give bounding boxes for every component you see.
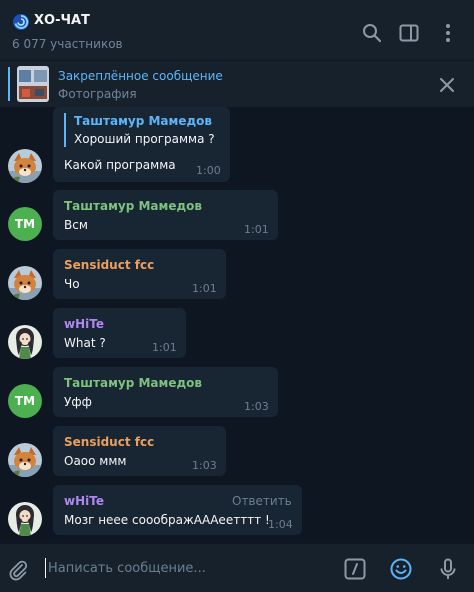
pinned-title: Закреплённое сообщение [58,69,223,83]
avatar[interactable]: ТМ [8,384,42,418]
message-list[interactable]: Таштамур Мамедов Хороший программа ? Как… [0,107,474,543]
commands-icon[interactable] [343,557,367,581]
message-bubble[interactable]: wHiTe What ? 1:01 [53,308,186,358]
sidebar-icon[interactable] [398,22,420,44]
avatar[interactable] [8,266,42,300]
message-input[interactable] [48,557,328,579]
message-bubble[interactable]: wHiTe Ответить Мозг неее сооображАААеетт… [53,485,302,535]
message-time: 1:00 [196,164,221,177]
message-time: 1:04 [268,518,293,531]
pinned-photo-thumbnail [17,66,49,102]
message-text: Оаоо ммм [64,454,127,468]
microphone-icon[interactable] [436,557,460,581]
attach-icon[interactable] [7,559,29,581]
reply-button[interactable]: Ответить [232,494,292,508]
message-text: Какой программа [64,158,176,172]
avatar[interactable] [8,502,42,536]
message-text: Мозг неее сооображАААеетттт ! [64,513,270,527]
message-bubble[interactable]: Таштамур Мамедов Уфф 1:03 [53,367,278,417]
message-time: 1:03 [244,400,269,413]
chat-title: ХО-ЧАТ [34,13,90,28]
avatar[interactable] [8,149,42,183]
avatar[interactable] [8,325,42,359]
emoji-icon[interactable] [389,557,413,581]
reply-quote[interactable]: Таштамур Мамедов Хороший программа ? [64,113,215,147]
message-sender[interactable]: wHiTe [64,317,104,331]
message-text: Всм [64,218,88,232]
reply-quote-text: Хороший программа ? [74,132,215,146]
message-bubble[interactable]: Таштамур Мамедов Всм 1:01 [53,190,278,240]
message-time: 1:03 [192,459,217,472]
message-composer[interactable] [0,543,474,592]
message-bubble[interactable]: Таштамур Мамедов Хороший программа ? Как… [53,107,230,182]
message-sender[interactable]: Sensiduct fcc [64,435,154,449]
message-time: 1:01 [192,282,217,295]
reply-quote-sender: Таштамур Мамедов [74,114,212,128]
message-bubble[interactable]: Sensiduct fcc Чо 1:01 [53,249,226,299]
message-text: Чо [64,277,80,291]
pinned-indicator [8,67,10,101]
avatar[interactable]: ТМ [8,207,42,241]
chat-logo-icon [12,13,30,31]
message-sender[interactable]: Таштамур Мамедов [64,376,202,390]
more-icon[interactable] [437,22,459,44]
message-time: 1:01 [152,341,177,354]
search-icon[interactable] [361,22,383,44]
member-count: 6 077 участников [12,37,123,51]
message-sender[interactable]: Sensiduct fcc [64,258,154,272]
message-text: What ? [64,336,106,350]
message-bubble[interactable]: Sensiduct fcc Оаоо ммм 1:03 [53,426,226,476]
message-time: 1:01 [244,223,269,236]
pinned-subtitle: Фотография [58,87,137,101]
close-icon[interactable] [437,75,457,95]
chat-header[interactable]: ХО-ЧАТ 6 077 участников [0,0,474,60]
text-cursor [45,558,46,578]
message-sender[interactable]: Таштамур Мамедов [64,199,202,213]
pinned-message-bar[interactable]: Закреплённое сообщение Фотография [0,60,474,107]
avatar[interactable] [8,443,42,477]
message-sender[interactable]: wHiTe [64,494,104,508]
message-text: Уфф [64,395,92,409]
